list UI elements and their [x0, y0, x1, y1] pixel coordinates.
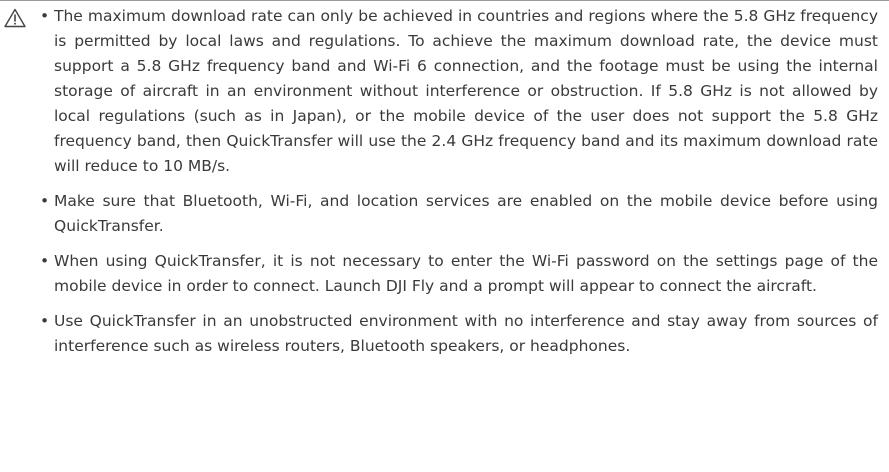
bullet: •	[40, 312, 50, 330]
list-item: • When using QuickTransfer, it is not ne…	[40, 249, 878, 299]
notice-text: Make sure that Bluetooth, Wi-Fi, and loc…	[54, 192, 878, 235]
notice-text: Use QuickTransfer in an unobstructed env…	[54, 312, 878, 355]
top-divider	[0, 0, 889, 1]
notice-list: • The maximum download rate can only be …	[40, 4, 878, 369]
bullet: •	[40, 252, 50, 270]
list-item: • The maximum download rate can only be …	[40, 4, 878, 179]
list-item: • Use QuickTransfer in an unobstructed e…	[40, 309, 878, 359]
bullet: •	[40, 7, 50, 25]
list-item: • Make sure that Bluetooth, Wi-Fi, and l…	[40, 189, 878, 239]
notice-text: The maximum download rate can only be ac…	[54, 7, 878, 175]
warning-icon	[4, 8, 26, 28]
notice-text: When using QuickTransfer, it is not nece…	[54, 252, 878, 295]
bullet: •	[40, 192, 50, 210]
